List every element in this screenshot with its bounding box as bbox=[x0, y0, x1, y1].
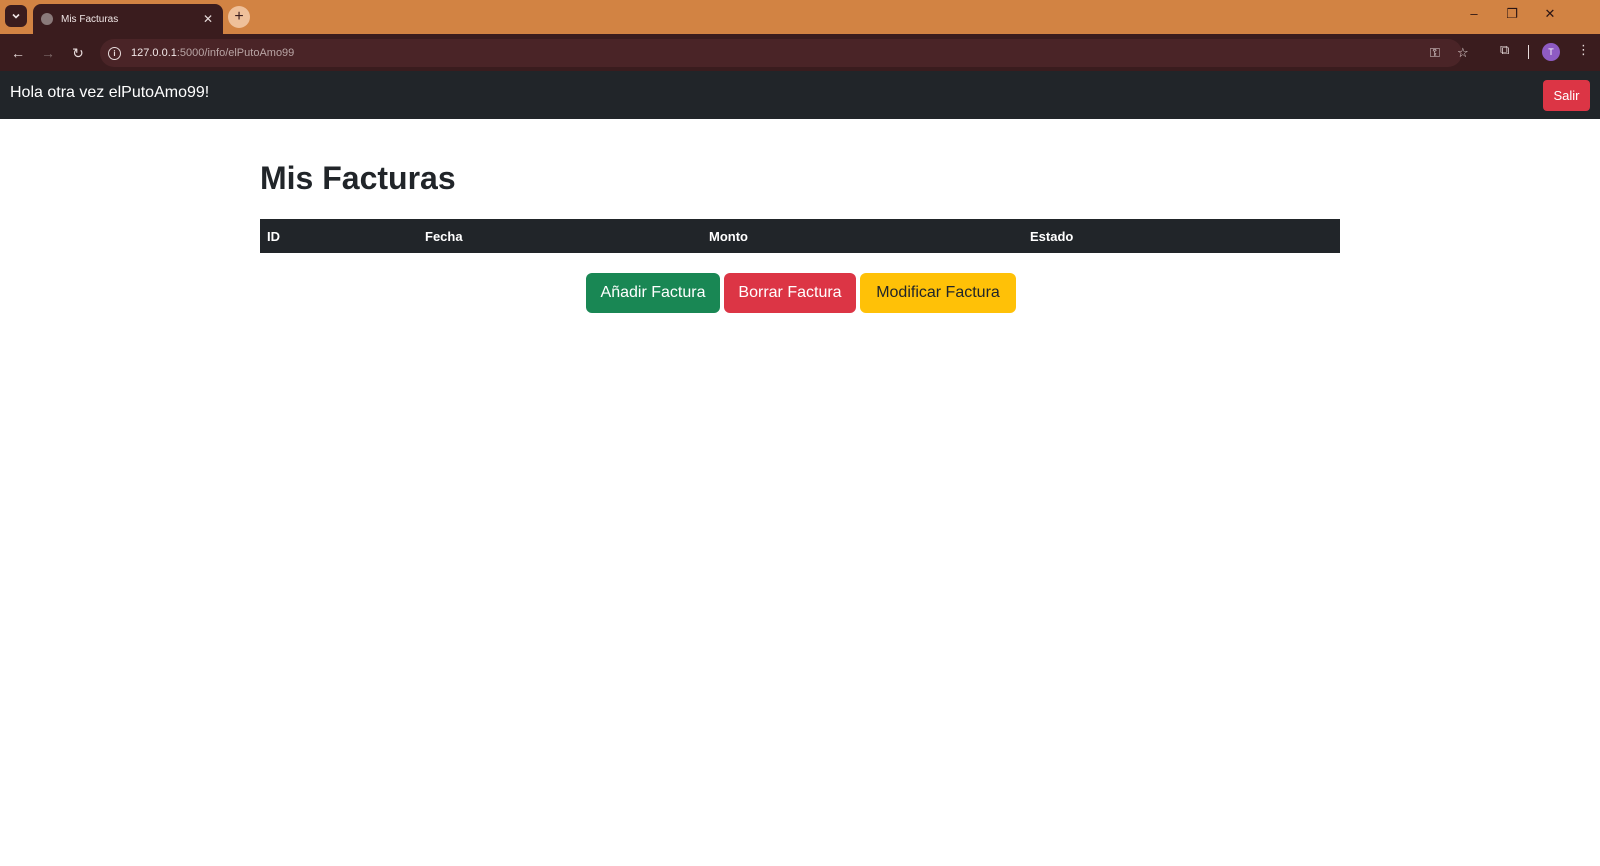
close-tab-icon[interactable]: ✕ bbox=[201, 12, 215, 26]
close-window-icon[interactable]: ✕ bbox=[1538, 6, 1562, 22]
extensions-icon[interactable]: ⧉ bbox=[1500, 42, 1509, 58]
address-bar[interactable]: i 127.0.0.1:5000/info/elPutoAmo99 ⚿ ☆ bbox=[100, 39, 1469, 67]
tab-title: Mis Facturas bbox=[61, 13, 119, 25]
column-header-id: ID bbox=[260, 219, 418, 253]
back-icon[interactable]: ← bbox=[8, 43, 28, 63]
add-invoice-button[interactable]: Añadir Factura bbox=[586, 273, 720, 313]
key-icon[interactable]: ⚿ bbox=[1430, 45, 1440, 61]
tab-search-button[interactable] bbox=[5, 5, 27, 27]
chevron-down-icon bbox=[12, 13, 20, 19]
url-host: 127.0.0.1 bbox=[131, 47, 177, 59]
reload-icon[interactable]: ↻ bbox=[68, 43, 88, 63]
logout-button[interactable]: Salir bbox=[1543, 80, 1590, 111]
edit-invoice-button[interactable]: Modificar Factura bbox=[860, 273, 1016, 313]
column-header-fecha: Fecha bbox=[418, 219, 702, 253]
browser-tab-bar: Mis Facturas ✕ + – ❐ ✕ bbox=[0, 0, 1600, 34]
minimize-icon[interactable]: – bbox=[1462, 6, 1486, 21]
new-tab-button[interactable]: + bbox=[228, 6, 250, 28]
more-menu-icon[interactable]: ⋮ bbox=[1577, 42, 1590, 58]
invoices-table: ID Fecha Monto Estado bbox=[260, 219, 1340, 253]
forward-icon[interactable]: → bbox=[38, 43, 58, 63]
greeting-text: Hola otra vez elPutoAmo99! bbox=[10, 84, 210, 101]
table-header-row: ID Fecha Monto Estado bbox=[260, 219, 1340, 253]
page-title: Mis Facturas bbox=[260, 160, 456, 196]
browser-tab[interactable]: Mis Facturas ✕ bbox=[33, 4, 223, 34]
restore-icon[interactable]: ❐ bbox=[1500, 6, 1524, 22]
bookmark-star-icon[interactable]: ☆ bbox=[1457, 45, 1469, 61]
profile-avatar[interactable]: T bbox=[1542, 43, 1560, 61]
url-path: :5000/info/elPutoAmo99 bbox=[176, 47, 295, 59]
site-info-icon[interactable]: i bbox=[108, 46, 121, 60]
globe-icon bbox=[41, 13, 53, 25]
column-header-estado: Estado bbox=[1023, 219, 1340, 253]
browser-toolbar: ← → ↻ i 127.0.0.1:5000/info/elPutoAmo99 … bbox=[0, 34, 1600, 71]
toolbar-divider bbox=[1528, 45, 1529, 59]
column-header-monto: Monto bbox=[702, 219, 1023, 253]
app-navbar: Hola otra vez elPutoAmo99! Salir bbox=[0, 71, 1600, 119]
delete-invoice-button[interactable]: Borrar Factura bbox=[724, 273, 856, 313]
action-buttons: Añadir Factura Borrar Factura Modificar … bbox=[586, 273, 1016, 313]
